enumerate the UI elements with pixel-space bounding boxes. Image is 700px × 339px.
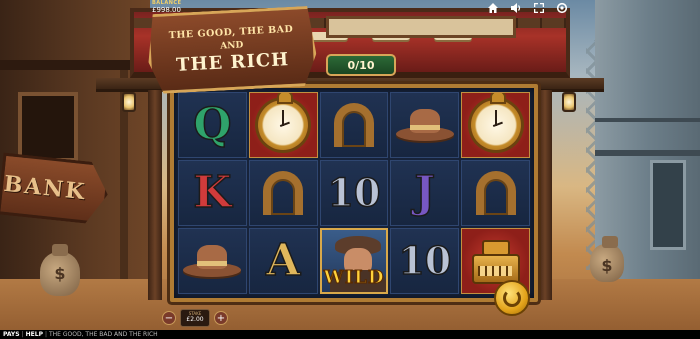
money-bag-icon: $ [40,244,80,296]
pocket-watch-icon [470,93,521,150]
logo-line-1: THE GOOD, THE BAD [168,23,294,42]
cowboy-hat-icon [395,105,454,145]
hud-icon-bar [487,2,568,14]
stake-value: £2.00 [186,316,204,323]
reel-cell [248,160,318,226]
logo-line-2: AND [220,40,244,52]
cowboy-hat-icon [183,241,242,281]
stake-decrease-button[interactable]: − [162,311,176,325]
stake-display: STAKE £2.00 [180,309,210,327]
symbol-q: Q [192,99,232,150]
game-logo: THE GOOD, THE BAD AND THE RICH [146,6,318,95]
paytable-link[interactable]: PAYS [3,331,20,338]
symbol-10: 10 [398,238,452,283]
symbol-k: K [193,167,233,218]
home-icon[interactable] [487,2,499,14]
reel-cell [461,92,530,158]
lantern-icon [122,92,136,112]
spin-button[interactable] [494,280,530,316]
logo-line-3: THE RICH [175,49,290,76]
horseshoe-icon [333,103,374,147]
cash-register-icon [468,238,524,284]
balance-display: BALANCE £998.00 [152,1,182,14]
reel-cell: K [178,160,247,226]
help-link[interactable]: HELP [26,331,43,338]
top-hud: BALANCE £998.00 [0,0,700,18]
bank-sign-label: BANK [2,170,88,206]
balance-value: £998.00 [152,6,181,14]
fullscreen-icon[interactable] [533,2,545,14]
wild-label: WILD [323,267,385,289]
reel-cell: 10 [390,228,460,294]
pillar-left [148,90,162,300]
roof-sign [326,16,516,38]
reel-cell: Q [178,92,247,158]
footer-bar: PAYS | HELP | THE GOOD, THE BAD AND THE … [0,330,700,339]
reel-cell: A [248,228,318,294]
settings-icon[interactable] [556,2,568,14]
pillar-right [538,90,552,300]
sound-icon[interactable] [510,2,522,14]
reel-cell: J [390,160,460,226]
saloon-building-left [0,0,150,300]
reel-cell [390,92,460,158]
horseshoe-icon [475,171,516,215]
symbol-10: 10 [327,170,381,215]
reel-grid: Q K 10 J A WILD 10 [178,92,530,294]
footer-game-title: THE GOOD, THE BAD AND THE RICH [49,331,158,338]
lantern-icon [562,92,576,112]
pocket-watch-icon [258,93,309,150]
reel-cell [178,228,247,294]
reel-cell: WILD [319,228,389,294]
horseshoe-icon [263,171,304,215]
symbol-j: J [414,167,436,218]
stake-increase-button[interactable]: + [214,311,228,325]
reel-cell [248,92,318,158]
feature-counter-value: 0/10 [347,58,375,72]
reel-cell [461,160,530,226]
reel-cell [319,92,389,158]
reel-frame: Q K 10 J A WILD 10 [170,84,538,302]
symbol-a: A [265,235,301,286]
feature-counter: 0/10 [326,54,396,76]
spin-icon [503,289,521,307]
game-scene: BANK $ $ Q K 10 J A WILD 10 THE GOOD, THE BAD … [0,0,700,339]
money-bag-icon: $ [590,236,624,282]
reel-cell: 10 [319,160,389,226]
